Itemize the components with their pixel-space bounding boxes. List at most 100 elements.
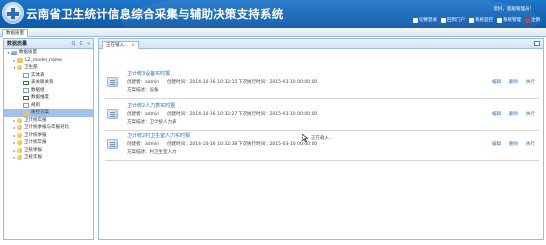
tree-node[interactable]: 质控方案 — [4, 109, 93, 117]
plan-actions: 编辑 删除 执行 — [492, 79, 535, 85]
tree-node[interactable]: ▾ 卫生部 — [4, 64, 93, 72]
tree-node-label: 数据维度 — [31, 95, 49, 100]
edit-button[interactable]: 编辑 — [492, 141, 501, 147]
monitor-icon — [469, 17, 474, 23]
folder-icon — [17, 58, 23, 63]
plan-next-run: 下次执行时间：2015-03-10 00:00:00 — [238, 112, 318, 117]
edit-button[interactable]: 编辑 — [492, 79, 501, 85]
app-title: 云南省卫生统计信息综合采集与辅助决策支持系统 — [26, 7, 284, 21]
tree-node-label: 质控方案 — [31, 110, 49, 115]
plan-name[interactable]: 卫计统2村卫生室人力实时报 — [127, 132, 190, 139]
tree: ▾ 数据质量 ▸ LZ_model_name ▾ 卫生部 实体表 表关联关系 数据组数据维度规则… — [4, 49, 93, 162]
run-button[interactable]: 执行 — [526, 79, 535, 85]
tree-node[interactable]: ▸ LZ_model_name — [4, 57, 93, 65]
delete-button[interactable]: 删除 — [509, 111, 518, 117]
coin-icon — [17, 147, 22, 153]
plan-card: 卫计统3设备实时报 创建者：admin 创建时间：2014-10-16 10:3… — [105, 67, 539, 99]
tree-node[interactable]: ▸ 卫计统年报 — [4, 139, 93, 147]
tree-node-label: 实体表 — [31, 72, 45, 78]
table-icon — [23, 73, 29, 78]
tree-node[interactable]: ▾ 数据质量 — [4, 49, 93, 57]
folder-icon — [23, 110, 29, 115]
tree-node[interactable]: 规则 — [4, 102, 93, 110]
welcome-text: 您好，超级管理员！ — [493, 7, 535, 12]
edit-button[interactable]: 编辑 — [492, 111, 501, 117]
tree-node[interactable]: ▸ 卫计统季报与年报对比 — [4, 124, 93, 132]
plan-name[interactable]: 卫计统2人力表实时报 — [127, 102, 175, 109]
tree-node[interactable]: ▸ 卫计统年报 — [4, 117, 93, 125]
tab-loading[interactable]: 正在铺入... × — [102, 41, 140, 49]
dimension-icon — [23, 95, 29, 100]
plan-description: 方案描述：村卫生室人力 — [127, 150, 177, 155]
plan-card: 卫计统2村卫生室人力实时报 创建者：admin 创建时间：2014-10-16 … — [105, 129, 539, 161]
plan-created-time: 创建时间：2014-10-16 10:32:15 — [167, 80, 238, 85]
tree-node-label: 卫计统季报 — [24, 132, 47, 138]
coin-icon — [17, 117, 22, 123]
relation-icon — [23, 80, 29, 85]
tree-node-label: 卫统季报 — [24, 147, 42, 153]
plan-creator: 创建者：admin — [127, 112, 160, 117]
report-icon — [107, 139, 118, 149]
plan-actions: 编辑 删除 执行 — [492, 111, 535, 117]
tree-node-label: 卫生部 — [24, 65, 38, 70]
tree-node[interactable]: ▸ 卫统季报 — [4, 147, 93, 155]
top-nav: 切换登录 回到门户 系统监控 系统管理 注销 — [413, 17, 540, 23]
coin-icon — [17, 132, 22, 138]
tree-node[interactable]: ▸ 卫计统季报 — [4, 132, 93, 140]
plan-card: 卫计统2人力表实时报 创建者：admin 创建时间：2014-10-16 10:… — [105, 99, 539, 131]
tree-node[interactable]: 数据维度 — [4, 94, 93, 102]
module-tab-bar: 数据质量 — [0, 28, 546, 37]
coin-icon — [17, 140, 22, 146]
tree-node[interactable]: 数据组 — [4, 87, 93, 95]
sidebar: 数据质量 Q C « ▾ 数据质量 ▸ LZ_model_name ▾ 卫生部 实体表 表关联… — [3, 38, 94, 240]
tree-node[interactable]: 实体表 — [4, 72, 93, 80]
delete-button[interactable]: 删除 — [509, 79, 518, 85]
nav-logout[interactable]: 注销 — [525, 17, 540, 23]
content-tab-bar: 正在铺入... × — [99, 39, 543, 49]
plan-name[interactable]: 卫计统3设备实时报 — [127, 70, 170, 77]
tree-node[interactable]: 表关联关系 — [4, 79, 93, 87]
exit-icon — [525, 17, 530, 23]
gear-icon — [497, 17, 502, 23]
home-icon — [441, 17, 446, 23]
tree-node-label: 数据质量 — [19, 50, 37, 55]
tree-node-label: 卫计统年报 — [24, 117, 47, 123]
plan-creator: 创建者：admin — [127, 142, 160, 147]
logo-icon — [2, 2, 24, 24]
sidebar-header: 数据质量 Q C « — [4, 39, 93, 49]
close-icon[interactable]: × — [131, 42, 135, 49]
run-button[interactable]: 执行 — [526, 111, 535, 117]
tree-node-label: 卫计统季报与年报对比 — [24, 125, 69, 130]
plan-description: 方案描述：卫计统人力表 — [127, 120, 177, 125]
refresh-icon[interactable]: C — [79, 41, 83, 47]
tree-node-label: 卫统年报 — [24, 155, 42, 160]
app-header: 云南省卫生统计信息综合采集与辅助决策支持系统 您好，超级管理员！ 切换登录 回到… — [0, 0, 546, 28]
nav-switch-login[interactable]: 切换登录 — [413, 17, 437, 23]
sidebar-title: 数据质量 — [7, 41, 28, 47]
tree-node[interactable]: ▸ 卫统年报 — [4, 154, 93, 162]
plan-description: 方案描述：设备 — [127, 88, 159, 93]
window-icon[interactable] — [534, 41, 540, 46]
nav-portal[interactable]: 回到门户 — [441, 17, 465, 23]
cursor-icon — [302, 134, 308, 142]
switch-icon — [413, 17, 418, 23]
table-icon — [23, 103, 29, 108]
collapse-icon[interactable]: « — [87, 41, 90, 47]
tree-node-label: 数据组 — [31, 87, 45, 93]
tab-data-quality[interactable]: 数据质量 — [2, 29, 28, 37]
database-icon — [11, 50, 17, 55]
tree-node-label: 卫计统年报 — [24, 140, 47, 145]
nav-settings[interactable]: 系统管理 — [497, 17, 521, 23]
delete-button[interactable]: 删除 — [509, 141, 518, 147]
plan-created-time: 创建时间：2014-10-16 10:32:27 — [167, 112, 238, 117]
tree-node-label: 规则 — [31, 102, 40, 108]
coin-icon — [17, 65, 22, 71]
plan-actions: 编辑 删除 执行 — [492, 141, 535, 147]
nav-monitor[interactable]: 系统监控 — [469, 17, 493, 23]
search-icon[interactable]: Q — [72, 41, 76, 47]
plan-next-run: 下次执行时间：2015-03-10 00:00:00 — [238, 80, 318, 85]
tree-node-label: LZ_model_name — [25, 57, 62, 63]
plan-created-time: 创建时间：2014-10-16 10:32:38 — [167, 142, 238, 147]
run-button[interactable]: 执行 — [526, 141, 535, 147]
table-icon — [23, 88, 29, 93]
